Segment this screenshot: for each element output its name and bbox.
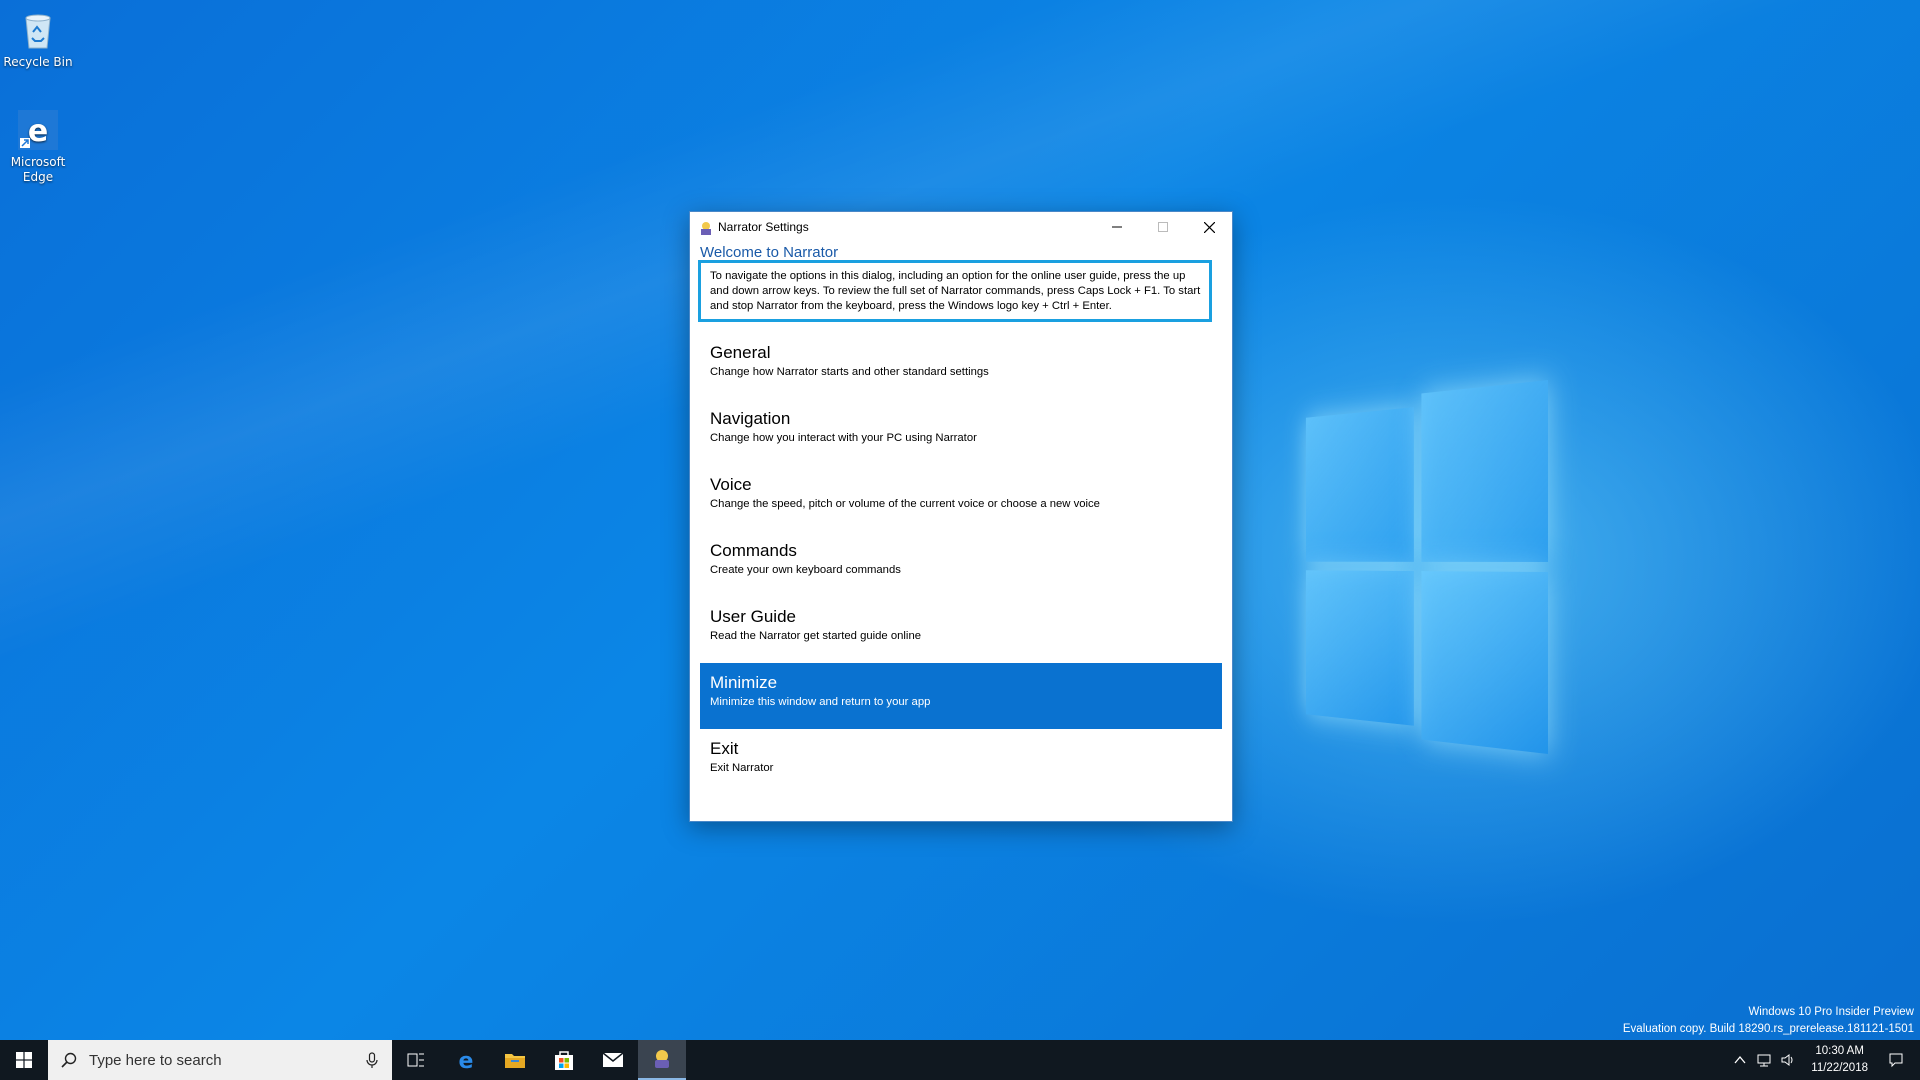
menu-item-desc: Change how you interact with your PC usi… xyxy=(710,430,1222,446)
search-icon xyxy=(61,1052,77,1068)
clock[interactable]: 10:30 AM 11/22/2018 xyxy=(1811,1043,1868,1077)
desktop: Recycle Bin e Microsoft Edge Narrator Se… xyxy=(0,0,1920,1040)
svg-text:e: e xyxy=(459,1049,474,1071)
maximize-icon xyxy=(1158,222,1168,232)
title-bar[interactable]: Narrator Settings xyxy=(690,212,1232,242)
action-center-icon[interactable] xyxy=(1888,1052,1904,1068)
taskbar: Type here to search e 10:30 AM 11/22/201… xyxy=(0,1040,1920,1080)
menu-item-exit[interactable]: Exit Exit Narrator xyxy=(700,729,1222,795)
volume-icon[interactable] xyxy=(1780,1052,1796,1068)
store-icon xyxy=(553,1049,575,1071)
narrator-icon xyxy=(651,1048,673,1070)
menu-item-user-guide[interactable]: User Guide Read the Narrator get started… xyxy=(700,597,1222,663)
close-icon xyxy=(1204,222,1215,233)
menu-item-navigation[interactable]: Navigation Change how you interact with … xyxy=(700,399,1222,465)
taskbar-store-button[interactable] xyxy=(540,1040,588,1080)
menu-item-commands[interactable]: Commands Create your own keyboard comman… xyxy=(700,531,1222,597)
desktop-icon-recycle-bin[interactable]: Recycle Bin xyxy=(0,8,76,70)
narrator-icon xyxy=(698,220,714,236)
system-tray: 10:30 AM 11/22/2018 xyxy=(1660,1040,1920,1080)
svg-text:e: e xyxy=(28,114,48,149)
menu-item-label: General xyxy=(710,343,1222,363)
menu-item-desc: Change how Narrator starts and other sta… xyxy=(710,364,1222,380)
network-icon[interactable] xyxy=(1756,1052,1772,1068)
microphone-icon[interactable] xyxy=(364,1052,380,1068)
taskbar-narrator-button[interactable] xyxy=(638,1040,686,1080)
settings-menu: General Change how Narrator starts and o… xyxy=(700,333,1222,795)
menu-item-minimize[interactable]: Minimize Minimize this window and return… xyxy=(700,663,1222,729)
taskbar-mail-button[interactable] xyxy=(589,1040,637,1080)
clock-date: 11/22/2018 xyxy=(1811,1060,1868,1077)
menu-item-desc: Minimize this window and return to your … xyxy=(710,694,1222,710)
menu-item-desc: Read the Narrator get started guide onli… xyxy=(710,628,1222,644)
menu-item-desc: Create your own keyboard commands xyxy=(710,562,1222,578)
file-explorer-icon xyxy=(504,1050,526,1070)
taskbar-edge-button[interactable]: e xyxy=(442,1040,490,1080)
menu-item-label: User Guide xyxy=(710,607,1222,627)
menu-item-label: Navigation xyxy=(710,409,1222,429)
window-title: Narrator Settings xyxy=(718,220,809,234)
chevron-up-icon[interactable] xyxy=(1732,1052,1748,1068)
taskbar-file-explorer-button[interactable] xyxy=(491,1040,539,1080)
menu-item-label: Voice xyxy=(710,475,1222,495)
taskbar-search-box[interactable]: Type here to search xyxy=(48,1040,392,1080)
recycle-bin-icon xyxy=(16,8,60,52)
welcome-heading: Welcome to Narrator xyxy=(700,244,838,261)
windows-start-icon xyxy=(16,1052,32,1068)
edge-icon: e xyxy=(16,108,60,152)
search-placeholder: Type here to search xyxy=(89,1052,222,1069)
edge-icon: e xyxy=(455,1049,477,1071)
menu-item-voice[interactable]: Voice Change the speed, pitch or volume … xyxy=(700,465,1222,531)
clock-time: 10:30 AM xyxy=(1811,1043,1868,1060)
narrator-settings-window: Narrator Settings Welcome to Narrator To… xyxy=(689,211,1233,822)
start-button[interactable] xyxy=(0,1040,48,1080)
windows-logo-wallpaper xyxy=(1306,380,1548,740)
maximize-button[interactable] xyxy=(1140,212,1186,242)
menu-item-desc: Exit Narrator xyxy=(710,760,1222,776)
menu-item-general[interactable]: General Change how Narrator starts and o… xyxy=(700,333,1222,399)
task-view-icon xyxy=(407,1052,425,1068)
mail-icon xyxy=(602,1052,624,1068)
minimize-icon xyxy=(1112,222,1122,232)
menu-item-label: Commands xyxy=(710,541,1222,561)
menu-item-label: Exit xyxy=(710,739,1222,759)
task-view-button[interactable] xyxy=(392,1040,440,1080)
desktop-icon-microsoft-edge[interactable]: e Microsoft Edge xyxy=(0,108,76,185)
build-watermark: Windows 10 Pro Insider Preview Evaluatio… xyxy=(1623,1004,1914,1038)
intro-text-box[interactable]: To navigate the options in this dialog, … xyxy=(698,260,1212,322)
minimize-button[interactable] xyxy=(1094,212,1140,242)
menu-item-label: Minimize xyxy=(710,673,1222,693)
close-button[interactable] xyxy=(1186,212,1232,242)
menu-item-desc: Change the speed, pitch or volume of the… xyxy=(710,496,1222,512)
